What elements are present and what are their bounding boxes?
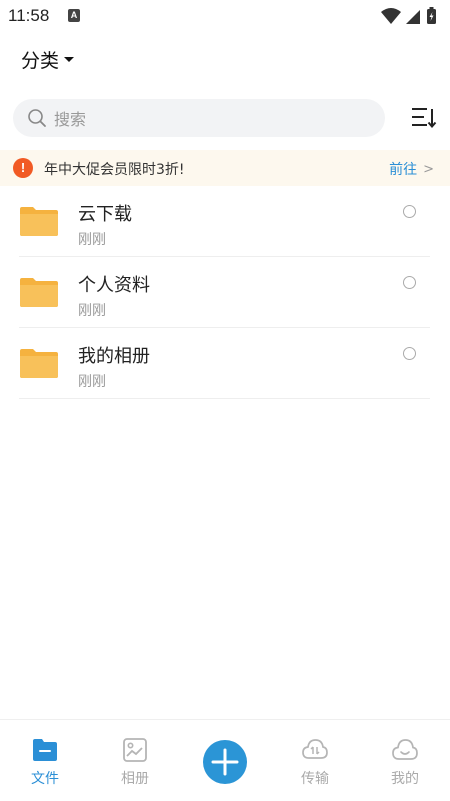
smile-cloud-icon xyxy=(392,739,418,760)
promo-banner[interactable]: ! 年中大促会员限时3折! 前往 > xyxy=(0,150,450,186)
file-time: 刚刚 xyxy=(78,303,106,319)
tab-files[interactable]: 文件 xyxy=(0,720,90,801)
file-list: 云下载 刚刚 个人资料 刚刚 我的相册 刚刚 xyxy=(0,186,450,399)
tab-label: 文件 xyxy=(31,771,59,787)
file-name: 个人资料 xyxy=(78,275,150,296)
status-bar: 11:58 A xyxy=(0,0,450,32)
search-placeholder: 搜索 xyxy=(54,110,87,129)
folder-icon xyxy=(20,349,58,378)
search-icon xyxy=(28,109,46,127)
battery-charging-icon xyxy=(427,7,436,24)
caret-down-icon xyxy=(64,56,75,62)
list-item[interactable]: 个人资料 刚刚 xyxy=(0,257,450,328)
search-input[interactable]: 搜索 xyxy=(13,99,385,137)
photo-icon xyxy=(123,738,147,762)
status-icons xyxy=(381,7,436,24)
folder-icon xyxy=(20,207,58,236)
file-time: 刚刚 xyxy=(78,374,106,390)
tab-label: 我的 xyxy=(391,771,419,787)
tab-label: 相册 xyxy=(121,771,149,787)
signal-icon xyxy=(406,10,420,24)
select-radio[interactable] xyxy=(403,205,416,218)
status-time: 11:58 xyxy=(8,6,50,25)
tab-album[interactable]: 相册 xyxy=(90,720,180,801)
banner-link-label: 前往 xyxy=(389,162,418,178)
cloud-transfer-icon xyxy=(302,739,328,759)
file-name: 云下载 xyxy=(78,204,132,225)
banner-text: 年中大促会员限时3折! xyxy=(44,162,185,178)
file-folder-icon xyxy=(33,739,57,761)
select-radio[interactable] xyxy=(403,276,416,289)
sort-icon[interactable] xyxy=(409,104,437,132)
bottom-tab-bar: 文件 相册 传输 我的 xyxy=(0,719,450,801)
divider xyxy=(19,398,430,399)
add-button[interactable] xyxy=(203,740,247,784)
category-dropdown[interactable]: 分类 xyxy=(21,46,75,72)
notification-badge-icon: A xyxy=(68,9,80,22)
file-name: 我的相册 xyxy=(78,346,150,367)
banner-go-link[interactable]: 前往 > xyxy=(389,159,434,179)
folder-icon xyxy=(20,278,58,307)
alert-icon: ! xyxy=(13,158,33,178)
plus-icon xyxy=(211,748,239,776)
chevron-right-icon: > xyxy=(423,161,434,177)
list-item[interactable]: 我的相册 刚刚 xyxy=(0,328,450,399)
tab-mine[interactable]: 我的 xyxy=(360,720,450,801)
tab-label: 传输 xyxy=(301,771,329,787)
category-label: 分类 xyxy=(21,49,60,72)
select-radio[interactable] xyxy=(403,347,416,360)
wifi-icon xyxy=(381,8,401,24)
file-time: 刚刚 xyxy=(78,232,106,248)
tab-transfer[interactable]: 传输 xyxy=(270,720,360,801)
list-item[interactable]: 云下载 刚刚 xyxy=(0,186,450,257)
